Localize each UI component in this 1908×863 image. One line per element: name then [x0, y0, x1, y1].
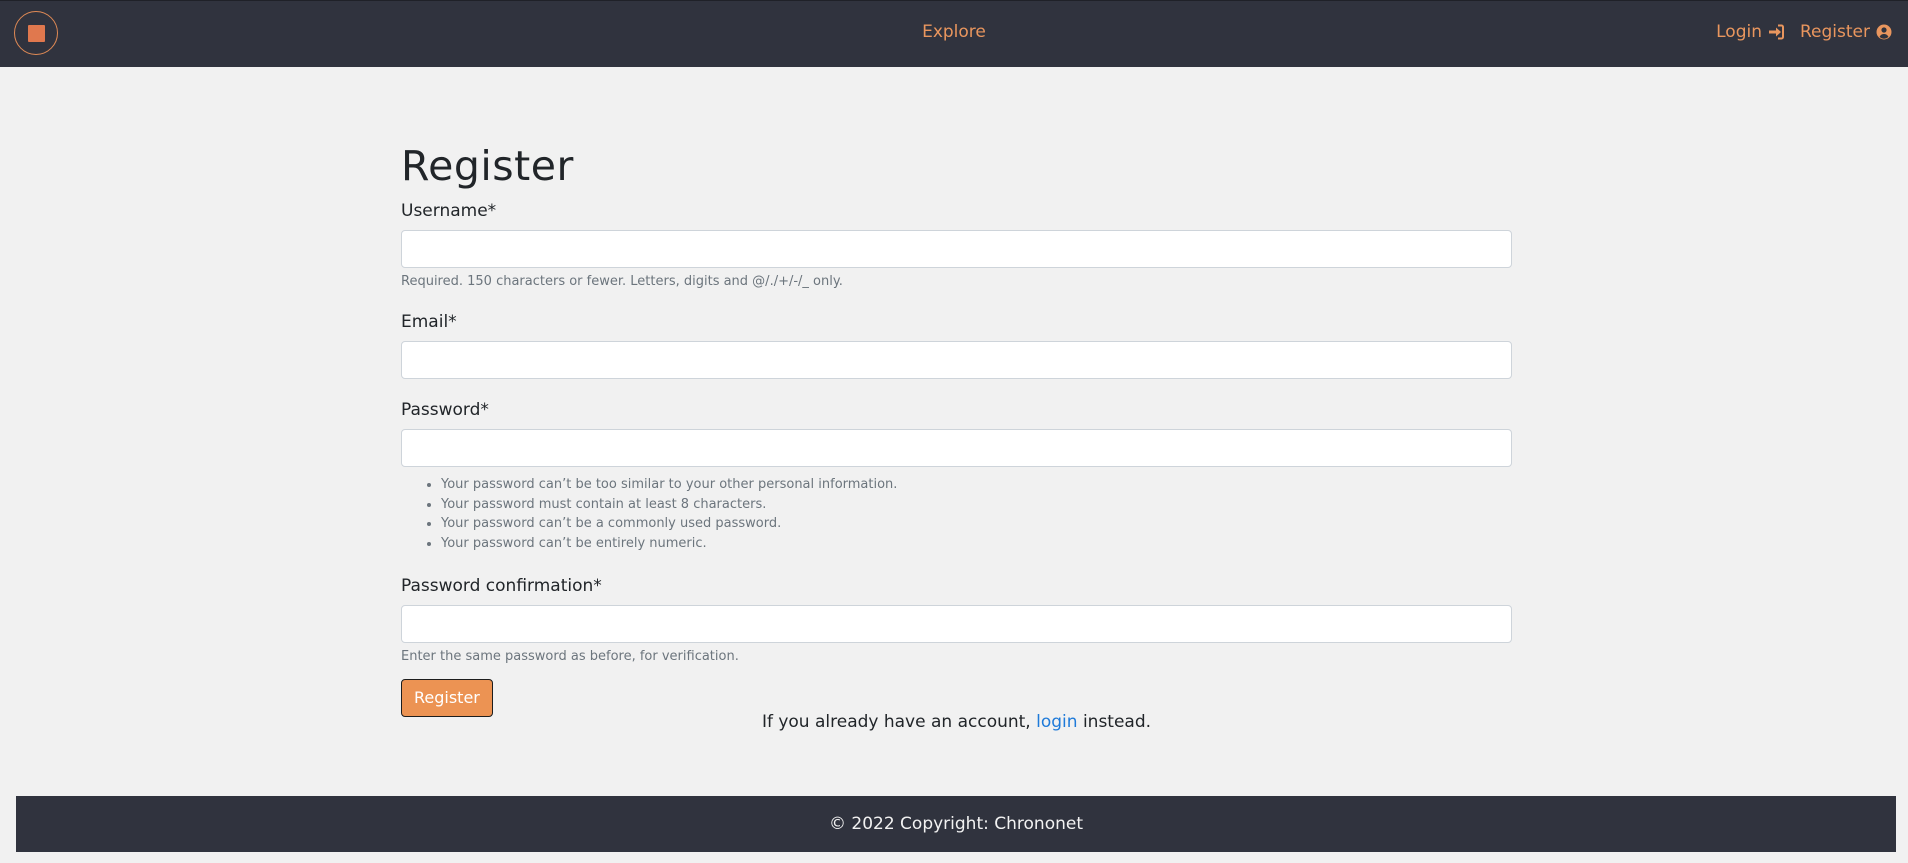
email-label: Email*	[401, 312, 457, 332]
login-link-label: Login	[1716, 22, 1762, 42]
copyright-text: © 2022 Copyright: Chrononet	[828, 814, 1083, 834]
password-confirmation-label: Password confirmation*	[401, 576, 602, 596]
register-link[interactable]: Register	[1800, 22, 1892, 42]
nav-right: Login Register	[1716, 22, 1892, 42]
username-help-text: Required. 150 characters or fewer. Lette…	[401, 274, 843, 289]
password-rule: Your password can’t be a commonly used p…	[441, 514, 1512, 534]
login-link[interactable]: Login	[1716, 22, 1784, 42]
username-label: Username*	[401, 201, 497, 221]
home-logo-button[interactable]	[14, 11, 58, 55]
login-instead-link[interactable]: login	[1036, 712, 1077, 732]
email-input[interactable]	[401, 341, 1512, 379]
top-navbar: Explore Login Register	[0, 0, 1908, 67]
nav-center: Explore	[0, 22, 1908, 42]
sign-in-icon	[1769, 24, 1784, 40]
register-form-container: Register Username* Required. 150 charact…	[401, 138, 1512, 732]
login-note-suffix: instead.	[1077, 712, 1152, 732]
register-link-label: Register	[1800, 22, 1870, 42]
login-note-prefix: If you already have an account,	[761, 712, 1037, 732]
page-title: Register	[401, 142, 574, 190]
username-input[interactable]	[401, 230, 1512, 268]
password-input[interactable]	[401, 429, 1512, 467]
footer: © 2022 Copyright: Chrononet	[16, 796, 1896, 852]
explore-link[interactable]: Explore	[922, 22, 986, 42]
password-rule: Your password must contain at least 8 ch…	[441, 495, 1512, 515]
password-confirmation-input[interactable]	[401, 605, 1512, 643]
password-rule: Your password can’t be entirely numeric.	[441, 534, 1512, 554]
password-rules-list: Your password can’t be too similar to yo…	[401, 475, 1512, 553]
login-instead-note: If you already have an account, login in…	[401, 712, 1512, 732]
password-rule: Your password can’t be too similar to yo…	[441, 475, 1512, 495]
password-confirmation-help-text: Enter the same password as before, for v…	[401, 649, 739, 664]
user-circle-icon	[1876, 24, 1892, 40]
orange-square-icon	[27, 24, 45, 42]
password-label: Password*	[401, 400, 489, 420]
